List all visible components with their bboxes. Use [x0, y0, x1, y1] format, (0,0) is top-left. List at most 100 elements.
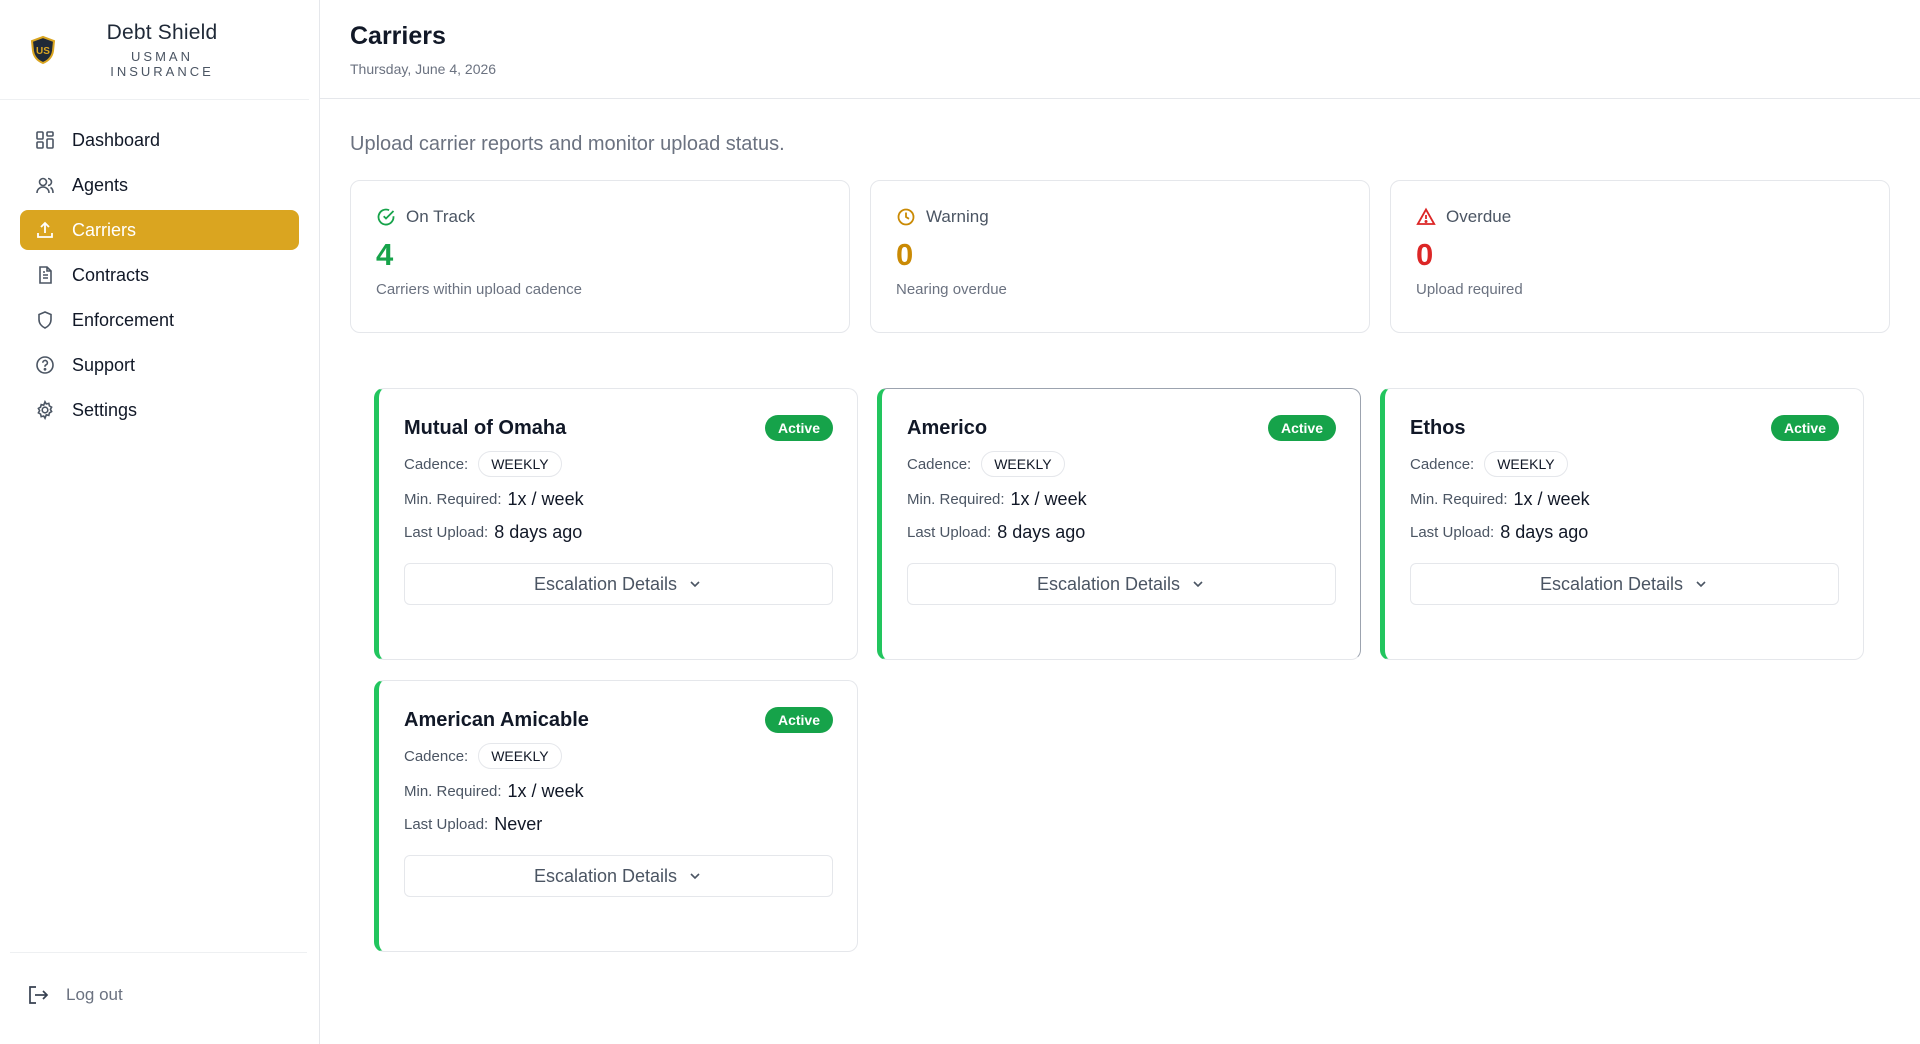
stat-value: 0 [896, 237, 914, 272]
shield-icon [34, 309, 56, 331]
sidebar-item-label: Agents [72, 175, 129, 195]
escalation-details-button[interactable]: Escalation Details [404, 563, 833, 605]
carrier-cards: Mutual of Omaha Active Cadence: WEEKLY M… [374, 388, 1864, 952]
stat-card-overdue: Overdue 0 Upload required [1390, 180, 1890, 333]
min-required-label: Min. Required: [404, 783, 502, 800]
min-required-label: Min. Required: [404, 491, 502, 508]
status-badge: Active [764, 707, 833, 733]
cadence-label: Cadence: [1410, 455, 1475, 473]
cadence-pill: WEEKLY [478, 451, 562, 477]
sidebar-footer: Log out [10, 952, 307, 1044]
stat-value: 0 [1416, 237, 1434, 272]
stat-label: On Track [406, 207, 475, 226]
sidebar-item-contracts[interactable]: Contracts [20, 255, 299, 295]
logout-button[interactable]: Log out [26, 983, 123, 1007]
cadence-pill: WEEKLY [478, 743, 562, 769]
escalation-details-button[interactable]: Escalation Details [907, 563, 1336, 605]
check-circle-icon [376, 207, 396, 227]
last-upload-label: Last Upload: [907, 524, 992, 541]
carrier-name: American Amicable [404, 709, 589, 731]
chevron-down-icon [690, 873, 700, 880]
stats-row: On Track 4 Carriers within upload cadenc… [350, 180, 1890, 333]
min-required-value: 1x / week [507, 781, 584, 801]
stat-description: Nearing overdue [896, 281, 1007, 298]
min-required-value: 1x / week [507, 489, 584, 509]
sidebar-item-label: Contracts [72, 265, 150, 285]
logout-label: Log out [66, 985, 123, 1004]
brand: US Debt Shield USMAN INSURANCE [0, 0, 309, 100]
cadence-label: Cadence: [404, 455, 469, 473]
page-title: Carriers [350, 22, 446, 50]
escalation-label: Escalation Details [533, 865, 678, 886]
escalation-label: Escalation Details [533, 573, 678, 594]
brand-subtitle: USMAN INSURANCE [110, 48, 214, 79]
gear-icon [34, 399, 56, 421]
stat-card-on-track: On Track 4 Carriers within upload cadenc… [350, 180, 850, 333]
main-content: Carriers Thursday, June 4, 2026 Upload c… [320, 0, 1920, 1044]
sidebar-nav: Dashboard Agents Carriers Contracts Enfo… [0, 100, 319, 430]
sidebar-item-label: Support [72, 355, 136, 375]
svg-text:US: US [36, 46, 50, 57]
min-required-value: 1x / week [1513, 489, 1590, 509]
cadence-label: Cadence: [404, 747, 469, 765]
page-subtitle: Upload carrier reports and monitor uploa… [350, 133, 785, 155]
carrier-card: American Amicable Active Cadence: WEEKLY… [374, 680, 858, 952]
carrier-name: Ethos [1410, 417, 1466, 439]
last-upload-label: Last Upload: [404, 816, 489, 833]
stat-description: Upload required [1416, 281, 1523, 298]
min-required-label: Min. Required: [1410, 491, 1508, 508]
escalation-label: Escalation Details [1539, 573, 1684, 594]
cadence-label: Cadence: [907, 455, 972, 473]
sidebar-item-enforcement[interactable]: Enforcement [20, 300, 299, 340]
escalation-label: Escalation Details [1036, 573, 1181, 594]
users-icon [34, 174, 56, 196]
logout-icon [26, 983, 50, 1007]
sidebar-item-label: Dashboard [72, 130, 161, 150]
carrier-card: Ethos Active Cadence: WEEKLY Min. Requir… [1380, 388, 1864, 660]
last-upload-value: Never [494, 814, 543, 834]
min-required-label: Min. Required: [907, 491, 1005, 508]
last-upload-value: 8 days ago [997, 522, 1086, 542]
help-circle-icon [34, 354, 56, 376]
grid-icon [34, 129, 56, 151]
sidebar-item-label: Carriers [72, 220, 137, 240]
chevron-down-icon [690, 581, 700, 588]
file-icon [34, 264, 56, 286]
shield-logo-icon: US [30, 35, 56, 64]
last-upload-value: 8 days ago [494, 522, 583, 542]
carrier-card: Americo Active Cadence: WEEKLY Min. Requ… [877, 388, 1361, 660]
page-date: Thursday, June 4, 2026 [350, 61, 497, 77]
sidebar-item-support[interactable]: Support [20, 345, 299, 385]
carrier-name: Mutual of Omaha [404, 417, 567, 439]
chevron-down-icon [1696, 581, 1706, 588]
cadence-pill: WEEKLY [981, 451, 1065, 477]
page-header: Carriers Thursday, June 4, 2026 [320, 0, 1920, 99]
last-upload-label: Last Upload: [1410, 524, 1495, 541]
stat-card-warning: Warning 0 Nearing overdue [870, 180, 1370, 333]
escalation-details-button[interactable]: Escalation Details [1410, 563, 1839, 605]
sidebar-item-dashboard[interactable]: Dashboard [20, 120, 299, 160]
stat-value: 4 [376, 237, 394, 272]
carrier-card: Mutual of Omaha Active Cadence: WEEKLY M… [374, 388, 858, 660]
carrier-name: Americo [907, 417, 988, 439]
sidebar-item-agents[interactable]: Agents [20, 165, 299, 205]
alert-triangle-icon [1416, 207, 1436, 227]
stat-label: Overdue [1446, 207, 1512, 226]
stat-description: Carriers within upload cadence [376, 281, 582, 298]
upload-icon [34, 219, 56, 241]
escalation-details-button[interactable]: Escalation Details [404, 855, 833, 897]
sidebar-item-settings[interactable]: Settings [20, 390, 299, 430]
status-badge: Active [1770, 415, 1839, 441]
chevron-down-icon [1193, 581, 1203, 588]
cadence-pill: WEEKLY [1484, 451, 1568, 477]
last-upload-value: 8 days ago [1500, 522, 1589, 542]
clock-icon [896, 207, 916, 227]
status-badge: Active [1267, 415, 1336, 441]
sidebar: US Debt Shield USMAN INSURANCE Dashboard… [0, 0, 320, 1044]
min-required-value: 1x / week [1010, 489, 1087, 509]
sidebar-item-carriers[interactable]: Carriers [20, 210, 299, 250]
status-badge: Active [764, 415, 833, 441]
last-upload-label: Last Upload: [404, 524, 489, 541]
sidebar-item-label: Settings [72, 400, 138, 420]
stat-label: Warning [926, 207, 989, 226]
